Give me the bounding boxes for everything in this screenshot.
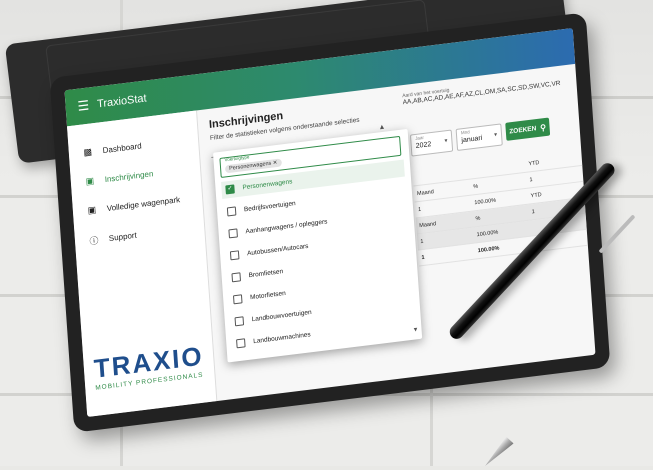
table-cell <box>469 164 525 171</box>
chip-label: Personenwagens <box>228 160 272 172</box>
month-label: Mnd <box>460 129 470 136</box>
sidebar: ▩ Dashboard ▣ Inschrijvingen ▣ Volledige… <box>67 110 218 418</box>
table-cell: 1 <box>421 254 425 261</box>
option-label: Landbouwmachines <box>253 331 311 346</box>
chevron-up-icon: ▲ <box>378 123 386 132</box>
checkbox-checked-icon[interactable]: ✓ <box>225 184 235 195</box>
chevron-down-icon: ▼ <box>443 137 449 145</box>
sidebar-item-label: Volledige wagenpark <box>106 195 181 214</box>
table-cell: YTD <box>528 159 540 167</box>
option-label: Aanhangwagens / opleggers <box>245 218 328 236</box>
sidebar-item-label: Dashboard <box>102 141 142 156</box>
app-title: TraxioStat <box>96 92 147 111</box>
checkbox-icon[interactable] <box>228 228 238 239</box>
option-label: Motorfietsen <box>249 289 286 302</box>
table-cell: 100.00% <box>476 229 499 238</box>
menu-icon[interactable]: ☰ <box>77 97 90 114</box>
table-cell: 1 <box>420 238 424 245</box>
year-label: Jaar <box>415 134 425 141</box>
month-select[interactable]: Mnd januari ▼ <box>455 123 503 151</box>
checkbox-icon[interactable] <box>234 316 245 327</box>
table-cell: Maand <box>419 220 437 229</box>
chevron-down-icon[interactable]: ▼ <box>412 327 418 334</box>
sidebar-item-label: Support <box>108 230 138 244</box>
search-icon: ⚲ <box>539 122 547 133</box>
search-button[interactable]: ZOEKEN ⚲ <box>505 117 551 141</box>
table-cell: % <box>473 183 479 190</box>
option-label: Bromfietsen <box>248 268 284 280</box>
option-label: Personenwagens <box>242 178 293 192</box>
checkbox-icon[interactable] <box>232 294 243 305</box>
tablet-screen: ☰ TraxioStat ▩ Dashboard ▣ Inschrijvinge… <box>64 27 596 418</box>
search-button-label: ZOEKEN <box>509 124 537 135</box>
car-icon: ▣ <box>85 175 95 187</box>
help-icon: ⓘ <box>89 235 99 247</box>
dashboard-icon: ▩ <box>83 146 93 158</box>
tablet: ☰ TraxioStat ▩ Dashboard ▣ Inschrijvinge… <box>49 12 611 433</box>
option-label: Autobussen/Autocars <box>246 242 309 258</box>
option-label: Bedrijfsvoertuigen <box>243 200 296 214</box>
table-cell: 1 <box>529 176 533 183</box>
option-label: Landbouwvoertuigen <box>251 308 312 324</box>
month-value: januari <box>461 134 483 145</box>
checkbox-icon[interactable] <box>236 338 246 349</box>
sidebar-item-label: Inschrijvingen <box>104 169 154 185</box>
field-label: Voertuigtype <box>224 154 250 163</box>
traxio-logo: TRAXIO MOBILITY PROFESSIONALS <box>93 340 205 391</box>
table-cell <box>413 171 469 178</box>
table-cell: 1 <box>417 206 422 213</box>
main-content: Inschrijvingen Filter de statistieken vo… <box>198 64 595 401</box>
car-icon: ▣ <box>87 204 97 216</box>
chevron-down-icon: ▼ <box>492 131 499 139</box>
table-cell: % <box>475 215 481 222</box>
checkbox-icon[interactable] <box>226 206 237 217</box>
checkbox-icon[interactable] <box>231 272 242 283</box>
table-cell: Maand <box>416 188 434 197</box>
checkbox-icon[interactable] <box>229 250 240 261</box>
close-icon[interactable]: ✕ <box>273 160 278 167</box>
year-select[interactable]: Jaar 2022 ▼ <box>409 129 454 157</box>
table-cell: 100.00% <box>474 197 497 206</box>
year-value: 2022 <box>415 141 432 150</box>
vehicle-type-dropdown: Voertuigtype Personenwagens ✕ ✓ Personen… <box>213 128 423 363</box>
